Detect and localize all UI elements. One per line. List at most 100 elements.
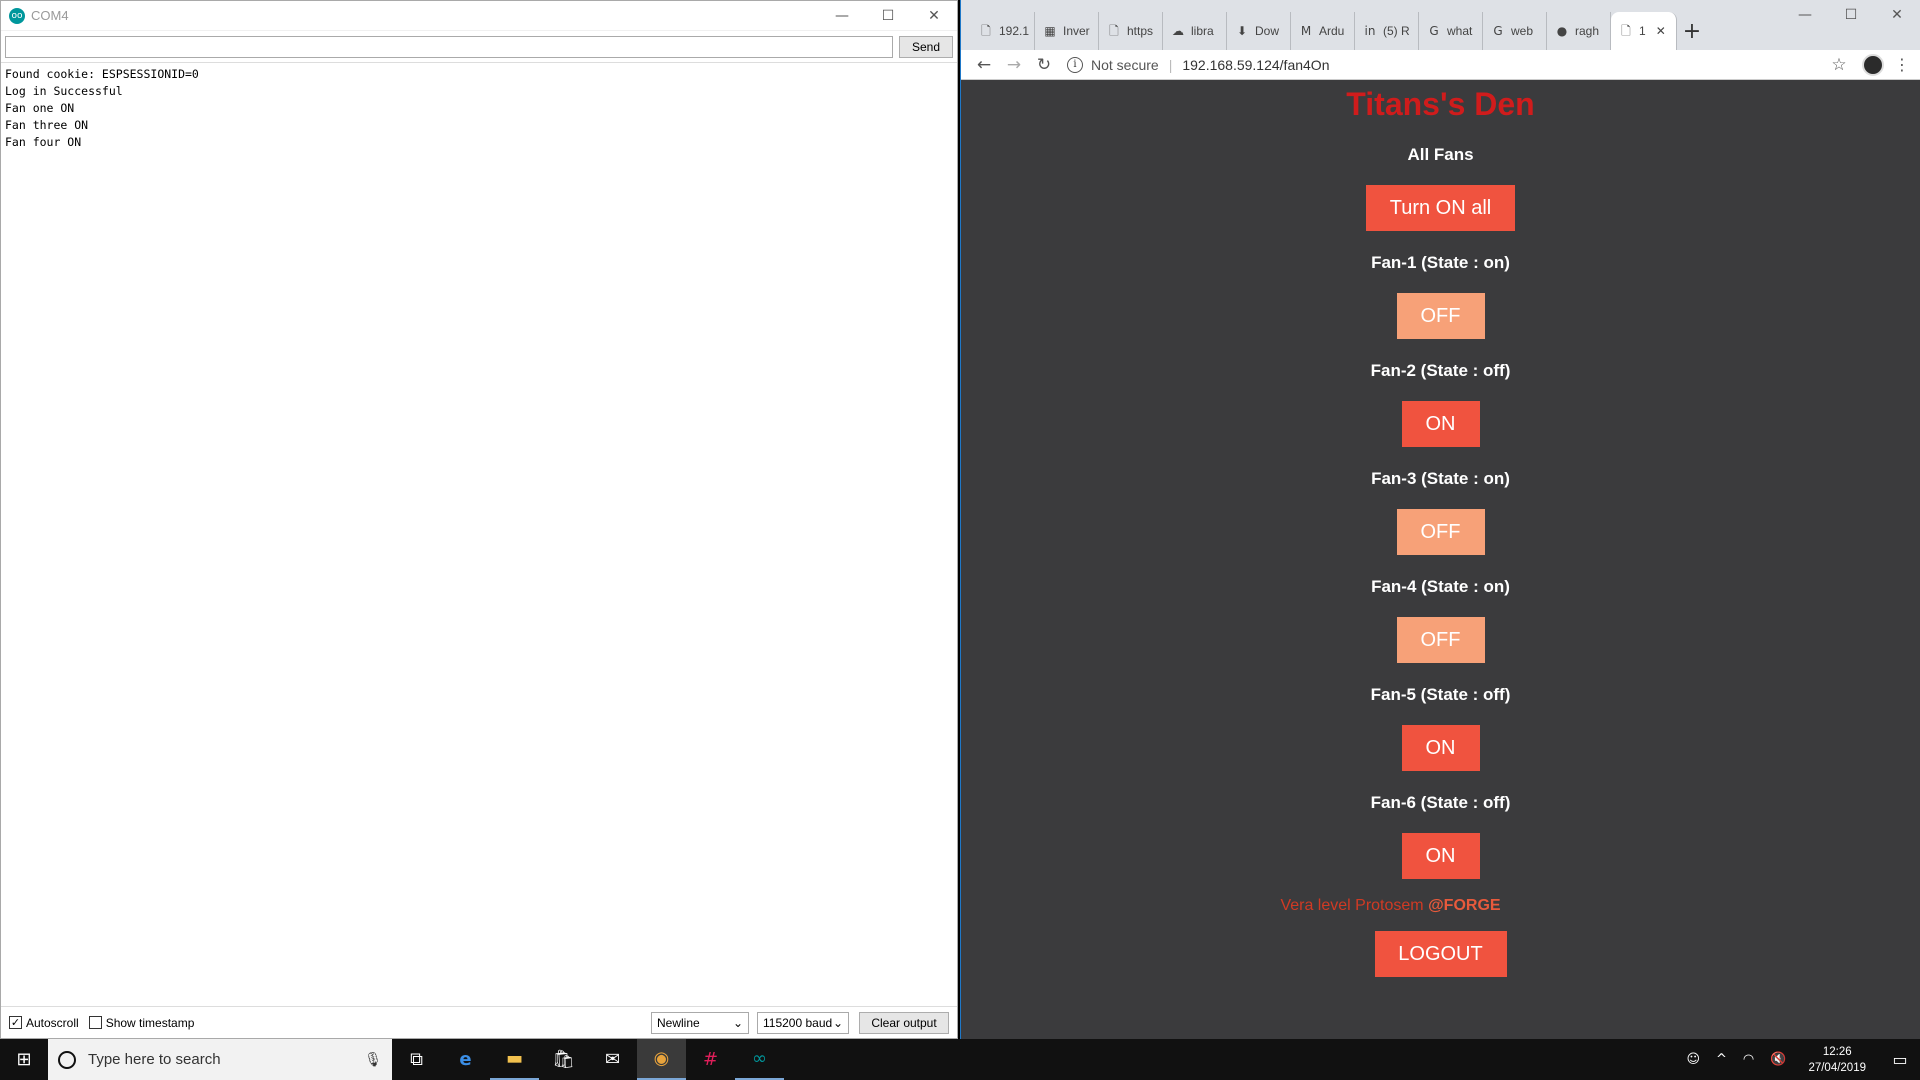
serial-output-line: Fan one ON bbox=[5, 101, 75, 115]
serial-titlebar: oo COM4 — ☐ ✕ bbox=[1, 1, 957, 31]
store-icon[interactable]: 🛍 bbox=[539, 1039, 588, 1080]
turn-on-all-button[interactable]: Turn ON all bbox=[1365, 185, 1516, 231]
chevron-down-icon: ⌄ bbox=[832, 1015, 843, 1030]
credit-line: Vera level Protosem @FORGE bbox=[1280, 897, 1500, 915]
fan-4-label: Fan-4 (State : on) bbox=[1371, 577, 1510, 596]
serial-output-line: Log in Successful bbox=[5, 84, 123, 98]
clock-time: 12:26 bbox=[1822, 1045, 1852, 1058]
chrome-icon[interactable]: ◉ bbox=[637, 1039, 686, 1080]
close-icon[interactable]: ✕ bbox=[911, 1, 957, 30]
bookmark-star-icon[interactable]: ☆ bbox=[1824, 55, 1854, 75]
arduino-icon[interactable]: ∞ bbox=[735, 1039, 784, 1080]
document-icon: 🗋 bbox=[1109, 24, 1119, 38]
browser-tab[interactable]: ● ragh bbox=[1547, 12, 1611, 50]
fan-3-toggle-button[interactable]: OFF bbox=[1396, 509, 1485, 555]
show-timestamp-checkbox[interactable]: Show timestamp bbox=[88, 1016, 194, 1030]
line-ending-select[interactable]: Newline ⌄ bbox=[651, 1011, 749, 1034]
minimize-icon[interactable]: — bbox=[819, 1, 865, 30]
clear-output-button[interactable]: Clear output bbox=[859, 1011, 949, 1034]
all-fans-label: All Fans bbox=[1407, 145, 1474, 164]
separator: | bbox=[1168, 56, 1173, 73]
chevron-up-icon[interactable]: ^ bbox=[1716, 1052, 1727, 1067]
tab-label: what bbox=[1447, 24, 1473, 38]
serial-output-line: Found cookie: ESPSESSIONID=0 bbox=[5, 67, 199, 81]
tab-strip: 🗋 192.1 ▦ Inver 🗋 https ☁ libra ⬇ Dow M Ardu in (5) R… bbox=[961, 0, 1920, 50]
toolbar: ← → ↻ i Not secure | 192.168.59.124/fan4… bbox=[961, 50, 1920, 80]
logout-button[interactable]: LOGOUT bbox=[1374, 931, 1507, 977]
info-icon[interactable]: i bbox=[1067, 56, 1083, 73]
autoscroll-label: Autoscroll bbox=[26, 1015, 79, 1030]
fan-5-label: Fan-5 (State : off) bbox=[1370, 685, 1511, 704]
fan-5-toggle-button[interactable]: ON bbox=[1401, 725, 1480, 771]
not-secure-label: Not secure bbox=[1091, 56, 1159, 73]
window-controls: — ☐ ✕ bbox=[819, 1, 957, 30]
slack-icon[interactable]: # bbox=[686, 1039, 735, 1080]
clock[interactable]: 12:26 27/04/2019 bbox=[1808, 1044, 1866, 1076]
maximize-icon[interactable]: ☐ bbox=[865, 1, 911, 30]
send-button[interactable]: Send bbox=[899, 35, 953, 58]
tab-label: Ardu bbox=[1319, 24, 1345, 38]
edge-icon[interactable]: e bbox=[441, 1039, 490, 1080]
fan-2-label: Fan-2 (State : off) bbox=[1370, 361, 1511, 380]
wifi-icon[interactable]: ◠ bbox=[1743, 1052, 1754, 1067]
people-icon[interactable]: ☺ bbox=[1686, 1052, 1700, 1067]
download-icon: ⬇ bbox=[1236, 24, 1248, 38]
browser-tab[interactable]: Gweb bbox=[1483, 12, 1547, 50]
new-tab-icon[interactable]: + bbox=[1677, 12, 1707, 50]
browser-tab[interactable]: in (5) R bbox=[1355, 12, 1419, 50]
serial-output-line: Fan three ON bbox=[5, 118, 89, 132]
fan-list: Fan-1 (State : on) OFF Fan-2 (State : off)… bbox=[1370, 231, 1511, 879]
document-icon: 🗋 bbox=[981, 24, 991, 38]
fan-4-toggle-button[interactable]: OFF bbox=[1396, 617, 1485, 663]
tab-label: Dow bbox=[1255, 24, 1280, 38]
volume-muted-icon[interactable]: 🔇 bbox=[1770, 1052, 1786, 1067]
fan-3-label: Fan-3 (State : on) bbox=[1371, 469, 1510, 488]
profile-avatar[interactable] bbox=[1862, 53, 1884, 76]
autoscroll-checkbox[interactable]: ✓ Autoscroll bbox=[9, 1016, 79, 1030]
task-view-icon[interactable]: ⧉ bbox=[392, 1039, 441, 1080]
close-tab-icon[interactable]: ✕ bbox=[1656, 24, 1666, 38]
browser-tab[interactable]: Gwhat bbox=[1419, 12, 1483, 50]
browser-tab[interactable]: ▦ Inver bbox=[1035, 12, 1099, 50]
microphone-icon[interactable]: 🎙 bbox=[364, 1052, 382, 1068]
browser-tab[interactable]: 🗋 192.1 bbox=[971, 12, 1035, 50]
browser-tab[interactable]: ☁ libra bbox=[1163, 12, 1227, 50]
chevron-down-icon: ⌄ bbox=[732, 1015, 743, 1030]
fan-6-label: Fan-6 (State : off) bbox=[1370, 793, 1511, 812]
fan-1-toggle-button[interactable]: OFF bbox=[1396, 293, 1485, 339]
baud-rate-value: 115200 baud bbox=[763, 1015, 833, 1030]
reload-icon[interactable]: ↻ bbox=[1029, 55, 1059, 75]
browser-tab[interactable]: ⬇ Dow bbox=[1227, 12, 1291, 50]
tab-label: https bbox=[1127, 24, 1154, 38]
browser-tab[interactable]: M Ardu bbox=[1291, 12, 1355, 50]
fan-6-toggle-button[interactable]: ON bbox=[1401, 833, 1480, 879]
google-icon: G bbox=[1493, 24, 1503, 38]
send-row: Send bbox=[1, 31, 957, 63]
github-icon: ● bbox=[1556, 24, 1568, 38]
serial-send-input[interactable] bbox=[5, 35, 893, 58]
cortana-icon bbox=[58, 1050, 76, 1069]
mail-icon[interactable]: ✉ bbox=[588, 1039, 637, 1080]
checkbox-unchecked-icon bbox=[88, 1016, 102, 1029]
maximize-icon[interactable]: ☐ bbox=[1828, 0, 1874, 30]
forward-icon[interactable]: → bbox=[999, 55, 1029, 75]
sheets-icon: ▦ bbox=[1044, 24, 1056, 38]
close-icon[interactable]: ✕ bbox=[1874, 0, 1920, 30]
windows-start-icon[interactable]: ⊞ bbox=[0, 1039, 48, 1080]
notifications-icon[interactable]: ▭ bbox=[1880, 1039, 1920, 1080]
menu-icon[interactable]: ⋮ bbox=[1892, 55, 1912, 74]
serial-monitor-window: oo COM4 — ☐ ✕ Send Found cookie: ESPSESS… bbox=[0, 0, 958, 1039]
serial-output: Found cookie: ESPSESSIONID=0 Log in Succe… bbox=[1, 63, 957, 1007]
credit-brand: @FORGE bbox=[1428, 897, 1501, 914]
document-icon: 🗋 bbox=[1621, 24, 1631, 38]
file-explorer-icon[interactable]: ▬ bbox=[490, 1039, 539, 1080]
minimize-icon[interactable]: — bbox=[1782, 0, 1828, 30]
browser-tab[interactable]: 🗋 1 ✕ bbox=[1611, 12, 1677, 50]
baud-rate-select[interactable]: 115200 baud ⌄ bbox=[757, 1011, 849, 1034]
fan-2-toggle-button[interactable]: ON bbox=[1401, 401, 1480, 447]
back-icon[interactable]: ← bbox=[969, 55, 999, 75]
browser-tab[interactable]: 🗋 https bbox=[1099, 12, 1163, 50]
taskbar-search[interactable]: Type here to search 🎙 bbox=[48, 1039, 392, 1080]
address-bar[interactable]: i Not secure | 192.168.59.124/fan4On bbox=[1067, 51, 1824, 79]
tab-label: 1 bbox=[1639, 24, 1646, 38]
